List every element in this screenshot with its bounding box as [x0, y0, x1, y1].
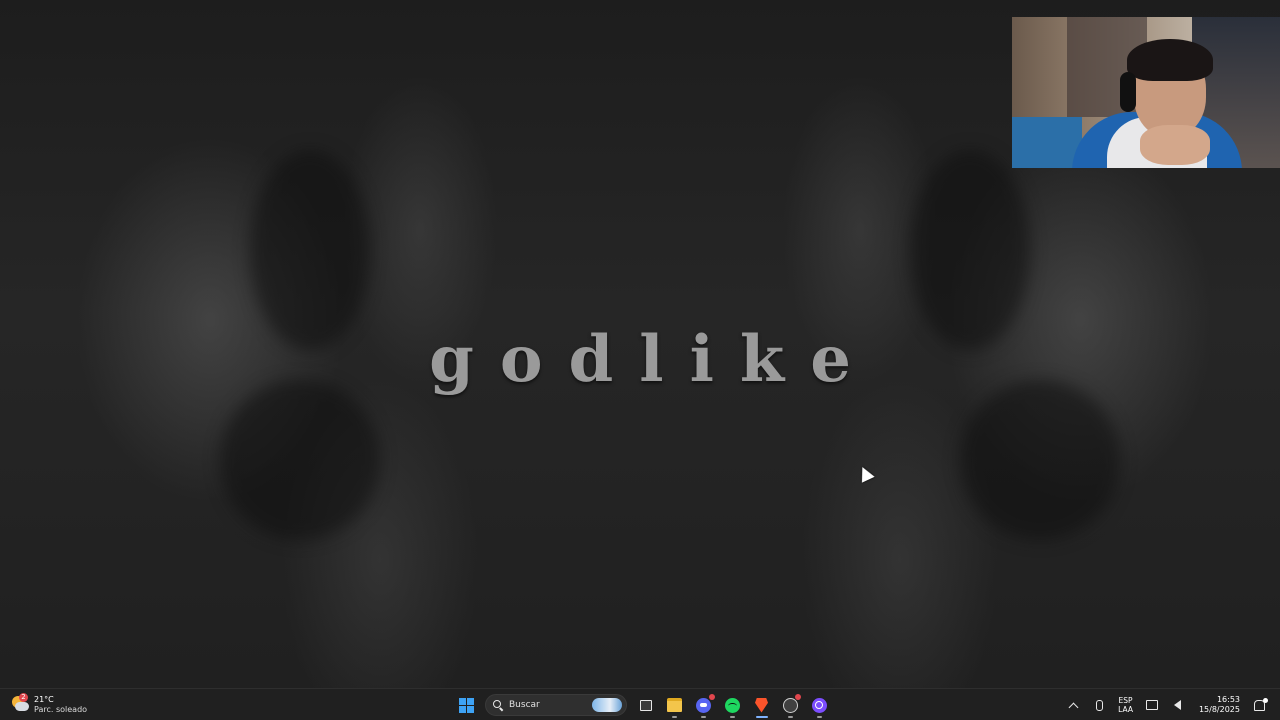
webcam-bed: [1012, 117, 1082, 168]
mouse-cursor-icon: [856, 464, 875, 483]
clock-date: 15/8/2025: [1198, 705, 1240, 714]
obs-icon: [783, 697, 798, 713]
start-button[interactable]: [454, 692, 480, 718]
volume-button[interactable]: [1170, 697, 1186, 713]
weather-temperature: 21°C: [34, 695, 54, 704]
discord-icon: [696, 697, 711, 713]
chevron-up-icon: [1068, 702, 1079, 712]
wallpaper-silhouette-top-right: [910, 150, 1030, 350]
task-view-button[interactable]: [633, 692, 659, 718]
microphone-icon: [1095, 699, 1103, 711]
wallpaper-silhouette-right: [960, 380, 1120, 540]
desktop[interactable]: godlike: [0, 0, 1280, 688]
webcam-headset: [1120, 72, 1136, 112]
network-button[interactable]: [1144, 697, 1160, 713]
wallpaper-silhouette-top-left: [250, 150, 370, 350]
system-tray: ESP LAA 16:53 15/8/2025: [1060, 691, 1272, 719]
app-button[interactable]: [807, 692, 833, 718]
keyboard-layout: LAA: [1118, 705, 1133, 714]
file-explorer-button[interactable]: [662, 692, 688, 718]
brave-icon: [755, 697, 768, 713]
spotify-icon: [725, 697, 740, 713]
partly-sunny-icon: 2: [10, 693, 30, 715]
recording-dot-icon: [794, 694, 801, 700]
search-input[interactable]: Buscar: [485, 694, 627, 716]
language-code: ESP: [1118, 696, 1133, 705]
weather-widget[interactable]: 2 21°C Parc. soleado: [10, 692, 87, 718]
notification-bell-icon: [1253, 697, 1268, 711]
folder-icon: [667, 698, 682, 712]
weather-badge: 2: [19, 693, 28, 702]
obs-button[interactable]: [778, 692, 804, 718]
ring-icon: [812, 697, 827, 713]
weather-condition: Parc. soleado: [34, 705, 88, 714]
notifications-button[interactable]: [1251, 697, 1268, 713]
clock-button[interactable]: 16:53 15/8/2025: [1199, 695, 1240, 715]
search-icon: [493, 700, 503, 710]
microphone-button[interactable]: [1091, 697, 1107, 713]
task-view-icon: [639, 699, 652, 711]
clock-time: 16:53: [1216, 695, 1240, 704]
brave-button[interactable]: [749, 692, 775, 718]
network-icon: [1145, 700, 1158, 710]
spotify-button[interactable]: [720, 692, 746, 718]
show-hidden-icons-button[interactable]: [1065, 697, 1081, 713]
webcam-person-hands: [1140, 125, 1210, 165]
taskbar-apps: Buscar: [452, 691, 834, 719]
speaker-icon: [1174, 700, 1182, 710]
wallpaper-title: godlike: [429, 322, 877, 397]
taskbar: 2 21°C Parc. soleado Buscar ESP LAA 16:5…: [0, 688, 1280, 720]
notification-dot-icon: [708, 694, 715, 700]
wallpaper-silhouette-left: [220, 380, 380, 540]
search-highlight-icon: [592, 698, 622, 712]
webcam-person-hair: [1127, 39, 1213, 81]
windows-logo-icon: [459, 697, 474, 713]
discord-button[interactable]: [691, 692, 717, 718]
input-language-button[interactable]: ESP LAA: [1118, 696, 1133, 714]
search-placeholder: Buscar: [509, 700, 540, 710]
webcam-overlay: [1012, 17, 1280, 168]
weather-text: 21°C Parc. soleado: [34, 695, 87, 715]
